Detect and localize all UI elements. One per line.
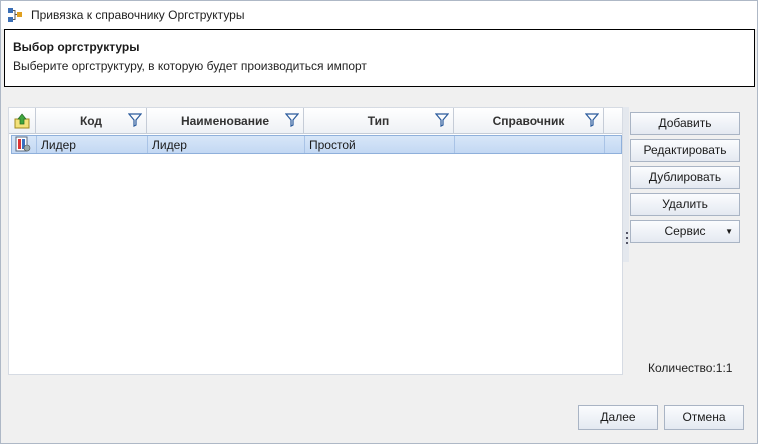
window-title: Привязка к справочнику Оргструктуры <box>31 8 245 22</box>
splitter-grip-icon[interactable] <box>626 232 629 244</box>
org-structure-icon <box>15 136 31 152</box>
table-row[interactable]: Лидер Лидер Простой <box>11 135 622 154</box>
service-dropdown-button[interactable]: Сервис ▼ <box>630 220 740 243</box>
duplicate-button[interactable]: Дублировать <box>630 166 740 189</box>
filter-icon[interactable] <box>584 113 600 127</box>
cell-type: Простой <box>309 138 356 152</box>
header-subtitle: Выберите оргструктуру, в которую будет п… <box>13 59 367 73</box>
level-up-icon[interactable] <box>14 113 30 129</box>
org-structure-grid[interactable]: Код Наименование Тип Справочник Лидер Ли… <box>8 107 623 375</box>
filter-icon[interactable] <box>127 113 143 127</box>
filter-icon[interactable] <box>434 113 450 127</box>
triangle-down-icon: ▼ <box>725 227 733 236</box>
header-title: Выбор оргструктуры <box>13 40 140 54</box>
add-button[interactable]: Добавить <box>630 112 740 135</box>
delete-button[interactable]: Удалить <box>630 193 740 216</box>
cancel-button[interactable]: Отмена <box>664 405 744 430</box>
next-button[interactable]: Далее <box>578 405 658 430</box>
edit-button[interactable]: Редактировать <box>630 139 740 162</box>
column-directory[interactable]: Справочник <box>454 108 604 134</box>
header-panel: Выбор оргструктуры Выберите оргструктуру… <box>4 29 755 87</box>
header-icon-cell[interactable] <box>9 108 36 134</box>
record-count: Количество:1:1 <box>648 361 733 375</box>
column-code[interactable]: Код <box>36 108 147 134</box>
service-label: Сервис <box>664 224 706 238</box>
column-type[interactable]: Тип <box>304 108 454 134</box>
hierarchy-link-icon <box>7 7 23 23</box>
filter-icon[interactable] <box>284 113 300 127</box>
grid-header: Код Наименование Тип Справочник <box>9 108 622 134</box>
cell-name: Лидер <box>152 138 187 152</box>
title-bar: Привязка к справочнику Оргструктуры <box>1 1 757 29</box>
column-directory-label: Справочник <box>492 114 565 128</box>
cell-code: Лидер <box>41 138 76 152</box>
column-type-label: Тип <box>367 114 390 128</box>
column-name-label: Наименование <box>180 114 270 128</box>
column-name[interactable]: Наименование <box>147 108 304 134</box>
